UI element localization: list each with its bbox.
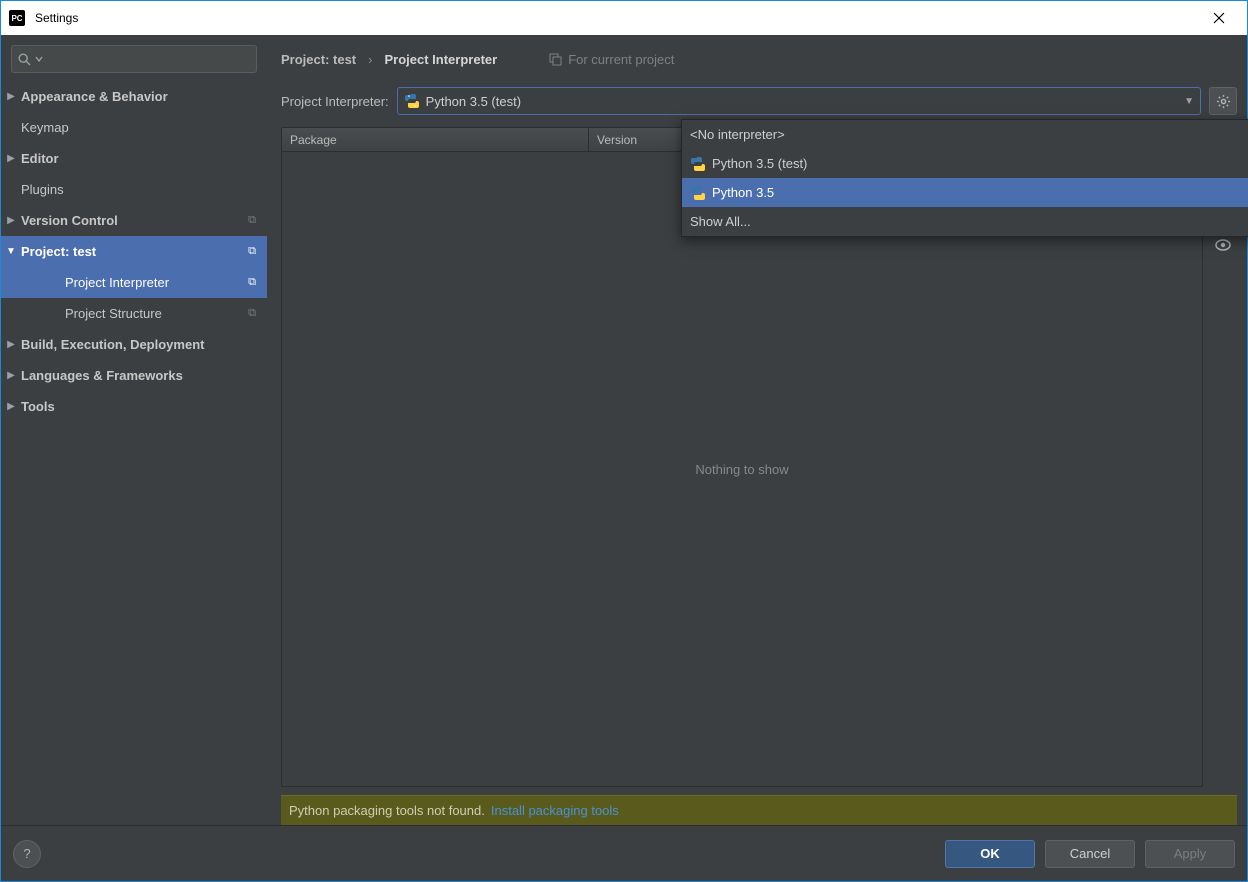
dropdown-option-show-all[interactable]: Show All... xyxy=(682,207,1248,236)
dialog-footer: ? OK Cancel Apply xyxy=(1,825,1247,881)
install-packaging-tools-link[interactable]: Install packaging tools xyxy=(491,803,619,818)
app-icon: PC xyxy=(9,10,25,26)
option-text: Python 3.5 (test) xyxy=(712,156,807,171)
settings-window: PC Settings ▶Appearance & Behavior Keyma… xyxy=(0,0,1248,882)
tree-item-project[interactable]: ▼Project: test⧉ xyxy=(1,236,267,267)
tree-label: Project: test xyxy=(21,244,243,259)
dropdown-option-python-test[interactable]: Python 3.5 (test) xyxy=(682,149,1248,178)
chevron-down-icon xyxy=(35,55,43,63)
dropdown-option-no-interpreter[interactable]: <No interpreter> xyxy=(682,120,1248,149)
interpreter-combobox[interactable]: Python 3.5 (test) ▼ xyxy=(397,87,1201,115)
python-icon xyxy=(404,93,420,109)
empty-text: Nothing to show xyxy=(695,462,788,477)
banner-text: Python packaging tools not found. xyxy=(289,803,485,818)
tree-label: Editor xyxy=(21,151,261,166)
tree-label: Tools xyxy=(21,399,261,414)
titlebar[interactable]: PC Settings xyxy=(1,1,1247,35)
window-close-button[interactable] xyxy=(1199,2,1239,34)
breadcrumb: Project: test › Project Interpreter For … xyxy=(281,45,1237,73)
tree-item-editor[interactable]: ▶Editor xyxy=(1,143,267,174)
python-icon xyxy=(690,156,706,172)
tree-item-tools[interactable]: ▶Tools xyxy=(1,391,267,422)
help-button[interactable]: ? xyxy=(13,840,41,868)
tree-item-languages[interactable]: ▶Languages & Frameworks xyxy=(1,360,267,391)
tree-item-build[interactable]: ▶Build, Execution, Deployment xyxy=(1,329,267,360)
tree-label: Version Control xyxy=(21,213,243,228)
ok-button[interactable]: OK xyxy=(945,840,1035,868)
warning-banner: Python packaging tools not found. Instal… xyxy=(281,795,1237,825)
chevron-right-icon: › xyxy=(368,52,372,67)
body: ▶Appearance & Behavior Keymap ▶Editor Pl… xyxy=(1,35,1247,825)
tree-label: Plugins xyxy=(21,182,261,197)
tree-label: Keymap xyxy=(21,120,261,135)
tree-label: Project Structure xyxy=(43,306,243,321)
tree-item-keymap[interactable]: Keymap xyxy=(1,112,267,143)
tree-item-plugins[interactable]: Plugins xyxy=(1,174,267,205)
python-icon xyxy=(690,185,706,201)
sidebar-search[interactable] xyxy=(11,45,257,73)
package-table-body: Nothing to show xyxy=(282,152,1202,786)
tree-item-project-structure[interactable]: Project Structure⧉ xyxy=(1,298,267,329)
for-current-project-text: For current project xyxy=(568,52,674,67)
tree-item-project-interpreter[interactable]: Project Interpreter⧉ xyxy=(1,267,267,298)
interpreter-settings-button[interactable] xyxy=(1209,87,1237,115)
window-title: Settings xyxy=(35,11,78,25)
interpreter-selected-text: Python 3.5 (test) xyxy=(426,94,1178,109)
dropdown-option-python[interactable]: Python 3.5 xyxy=(682,178,1248,207)
option-text: Python 3.5 xyxy=(712,185,774,200)
project-scope-icon: ⧉ xyxy=(243,276,261,289)
sidebar-search-input[interactable] xyxy=(47,52,250,67)
tree-label: Project Interpreter xyxy=(43,275,243,290)
project-scope-icon: ⧉ xyxy=(243,245,261,258)
tree-item-appearance[interactable]: ▶Appearance & Behavior xyxy=(1,81,267,112)
option-text: Show All... xyxy=(690,214,751,229)
sidebar: ▶Appearance & Behavior Keymap ▶Editor Pl… xyxy=(1,35,267,825)
for-current-project-hint: For current project xyxy=(549,52,674,67)
tree-label: Appearance & Behavior xyxy=(21,89,261,104)
cancel-button[interactable]: Cancel xyxy=(1045,840,1135,868)
tree-item-version-control[interactable]: ▶Version Control⧉ xyxy=(1,205,267,236)
apply-button[interactable]: Apply xyxy=(1145,840,1235,868)
search-icon xyxy=(18,53,31,66)
settings-tree[interactable]: ▶Appearance & Behavior Keymap ▶Editor Pl… xyxy=(1,81,267,825)
crumb-project[interactable]: Project: test xyxy=(281,52,356,67)
help-icon: ? xyxy=(23,846,30,861)
option-text: <No interpreter> xyxy=(690,127,785,142)
crumb-interpreter: Project Interpreter xyxy=(384,52,497,67)
project-scope-icon xyxy=(549,53,562,66)
content-pane: Project: test › Project Interpreter For … xyxy=(267,35,1247,825)
client-area: ▶Appearance & Behavior Keymap ▶Editor Pl… xyxy=(1,35,1247,881)
interpreter-dropdown[interactable]: <No interpreter> Python 3.5 (test) Pytho… xyxy=(681,119,1248,237)
gear-icon xyxy=(1216,94,1231,109)
chevron-down-icon: ▼ xyxy=(1184,96,1194,107)
interpreter-label: Project Interpreter: xyxy=(281,94,389,109)
project-scope-icon: ⧉ xyxy=(243,214,261,227)
tree-label: Build, Execution, Deployment xyxy=(21,337,261,352)
tree-label: Languages & Frameworks xyxy=(21,368,261,383)
interpreter-row: Project Interpreter: Python 3.5 (test) ▼ xyxy=(281,87,1237,115)
col-package[interactable]: Package xyxy=(282,128,589,151)
project-scope-icon: ⧉ xyxy=(243,307,261,320)
